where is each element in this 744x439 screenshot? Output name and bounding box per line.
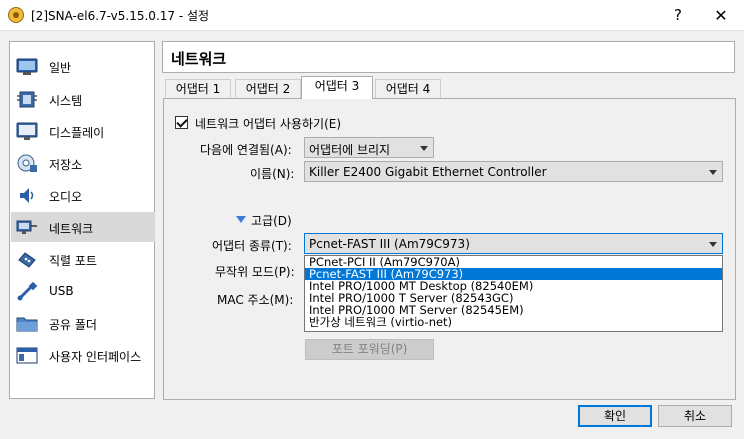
help-button[interactable]: ?	[664, 0, 692, 31]
adapter-type-value: Pcnet-FAST III (Am79C973)	[309, 237, 470, 251]
tab-adapter-4[interactable]: 어댑터 4	[375, 79, 441, 99]
adapter-type-dropdown-list[interactable]: PCnet-PCI II (Am79C970A) Pcnet-FAST III …	[304, 255, 723, 332]
tab-adapter-3[interactable]: 어댑터 3	[301, 76, 373, 99]
enable-adapter-label: 네트워크 어댑터 사용하기(E)	[195, 117, 342, 131]
advanced-toggle[interactable]: 고급(D)	[251, 212, 292, 229]
tab-adapter-2[interactable]: 어댑터 2	[235, 79, 301, 99]
advanced-expand-icon[interactable]	[236, 216, 246, 223]
sidebar-item-label: 시스템	[49, 94, 83, 108]
page-header: 네트워크	[162, 41, 735, 73]
general-icon	[16, 58, 38, 75]
ok-button[interactable]: 확인	[578, 405, 652, 427]
adapter-type-select[interactable]: Pcnet-FAST III (Am79C973)	[304, 233, 723, 254]
sidebar-item-user-interface[interactable]: 사용자 인터페이스	[11, 340, 155, 370]
sidebar-item-serial-port[interactable]: 직렬 포트	[11, 244, 155, 274]
adapter-type-option[interactable]: 반가상 네트워크 (virtio-net)	[305, 316, 722, 328]
chevron-down-icon	[709, 242, 717, 247]
promiscuous-mode-label: 무작위 모드(P):	[215, 265, 295, 279]
audio-icon	[20, 188, 34, 203]
mac-address-label: MAC 주소(M):	[217, 293, 294, 307]
sidebar-item-label: 직렬 포트	[49, 254, 97, 268]
sidebar-item-label: 일반	[49, 61, 72, 75]
sidebar-item-label: 사용자 인터페이스	[49, 350, 142, 364]
serial-port-icon	[18, 252, 36, 268]
sidebar-item-shared-folder[interactable]: 공유 폴더	[11, 308, 155, 338]
sidebar-item-label: 공유 폴더	[49, 318, 97, 332]
sidebar-item-display[interactable]: 디스플레이	[11, 116, 155, 146]
sidebar-item-label: 디스플레이	[49, 126, 105, 140]
sidebar-item-audio[interactable]: 오디오	[11, 180, 155, 210]
port-forwarding-button: 포트 포워딩(P)	[305, 339, 434, 360]
user-interface-icon	[16, 347, 38, 364]
attached-to-value: 어댑터에 브리지	[309, 143, 391, 157]
display-icon	[16, 122, 38, 140]
shared-folder-icon	[16, 317, 38, 332]
sidebar-item-storage[interactable]: 저장소	[11, 148, 155, 178]
tab-adapter-1[interactable]: 어댑터 1	[165, 79, 231, 99]
title-bar: [2]SNA-el6.7-v5.15.0.17 - 설정 ? ✕	[0, 0, 744, 31]
cancel-button[interactable]: 취소	[658, 405, 732, 427]
sidebar-item-label: 오디오	[49, 190, 83, 204]
attached-to-select[interactable]: 어댑터에 브리지	[304, 137, 434, 158]
sidebar-item-usb[interactable]: USB	[11, 276, 155, 306]
enable-adapter-checkbox[interactable]	[175, 116, 188, 129]
adapter-name-select[interactable]: Killer E2400 Gigabit Ethernet Controller	[304, 161, 723, 182]
adapter-settings-panel: 네트워크 어댑터 사용하기(E) 다음에 연결됨(A): 어댑터에 브리지 이름…	[163, 98, 736, 400]
page-title: 네트워크	[171, 50, 227, 68]
sidebar-item-label: 네트워크	[49, 222, 94, 236]
settings-sidebar: 일반 시스템 디스플레이 저장소 오디오 네트워크 직렬 포트 USB 공유 폴…	[9, 41, 155, 399]
sidebar-item-label: 저장소	[49, 158, 83, 172]
virtualbox-app-icon	[8, 7, 24, 23]
close-button[interactable]: ✕	[698, 0, 744, 31]
attached-to-label: 다음에 연결됨(A):	[200, 143, 292, 157]
storage-icon	[17, 154, 37, 172]
chevron-down-icon	[420, 146, 428, 151]
chevron-down-icon	[709, 170, 717, 175]
sidebar-item-general[interactable]: 일반	[11, 51, 155, 81]
window-title: [2]SNA-el6.7-v5.15.0.17 - 설정	[31, 9, 210, 23]
adapter-name-value: Killer E2400 Gigabit Ethernet Controller	[309, 165, 547, 179]
name-label: 이름(N):	[250, 167, 295, 181]
sidebar-item-network[interactable]: 네트워크	[11, 212, 155, 242]
adapter-type-label: 어댑터 종류(T):	[212, 239, 292, 253]
dialog-body: 일반 시스템 디스플레이 저장소 오디오 네트워크 직렬 포트 USB 공유 폴…	[0, 31, 744, 439]
network-icon	[16, 220, 37, 234]
system-icon	[17, 91, 37, 108]
usb-icon	[17, 282, 38, 301]
sidebar-item-system[interactable]: 시스템	[11, 84, 155, 114]
sidebar-item-label: USB	[49, 284, 74, 298]
